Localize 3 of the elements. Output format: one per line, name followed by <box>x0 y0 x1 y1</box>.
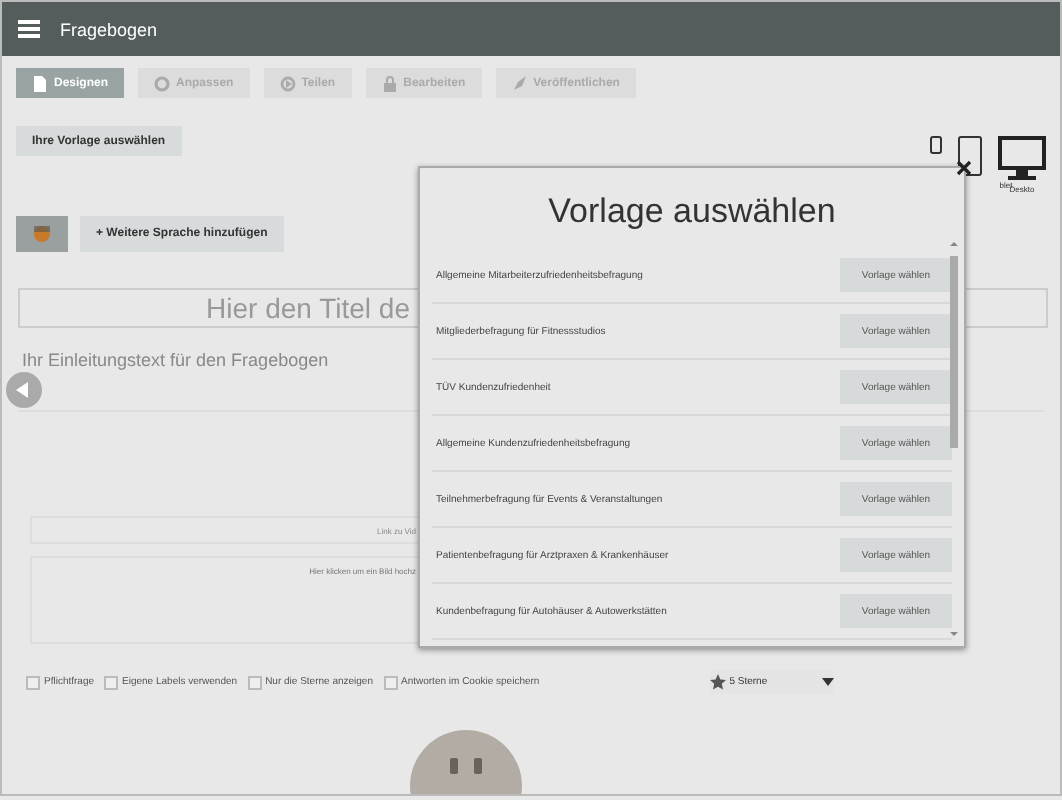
dialog-title: Vorlage auswählen <box>546 192 838 232</box>
intro-text: Ihr Einleitungstext für den Fragebogen <box>22 350 331 370</box>
app-title: Fragebogen <box>60 19 158 39</box>
